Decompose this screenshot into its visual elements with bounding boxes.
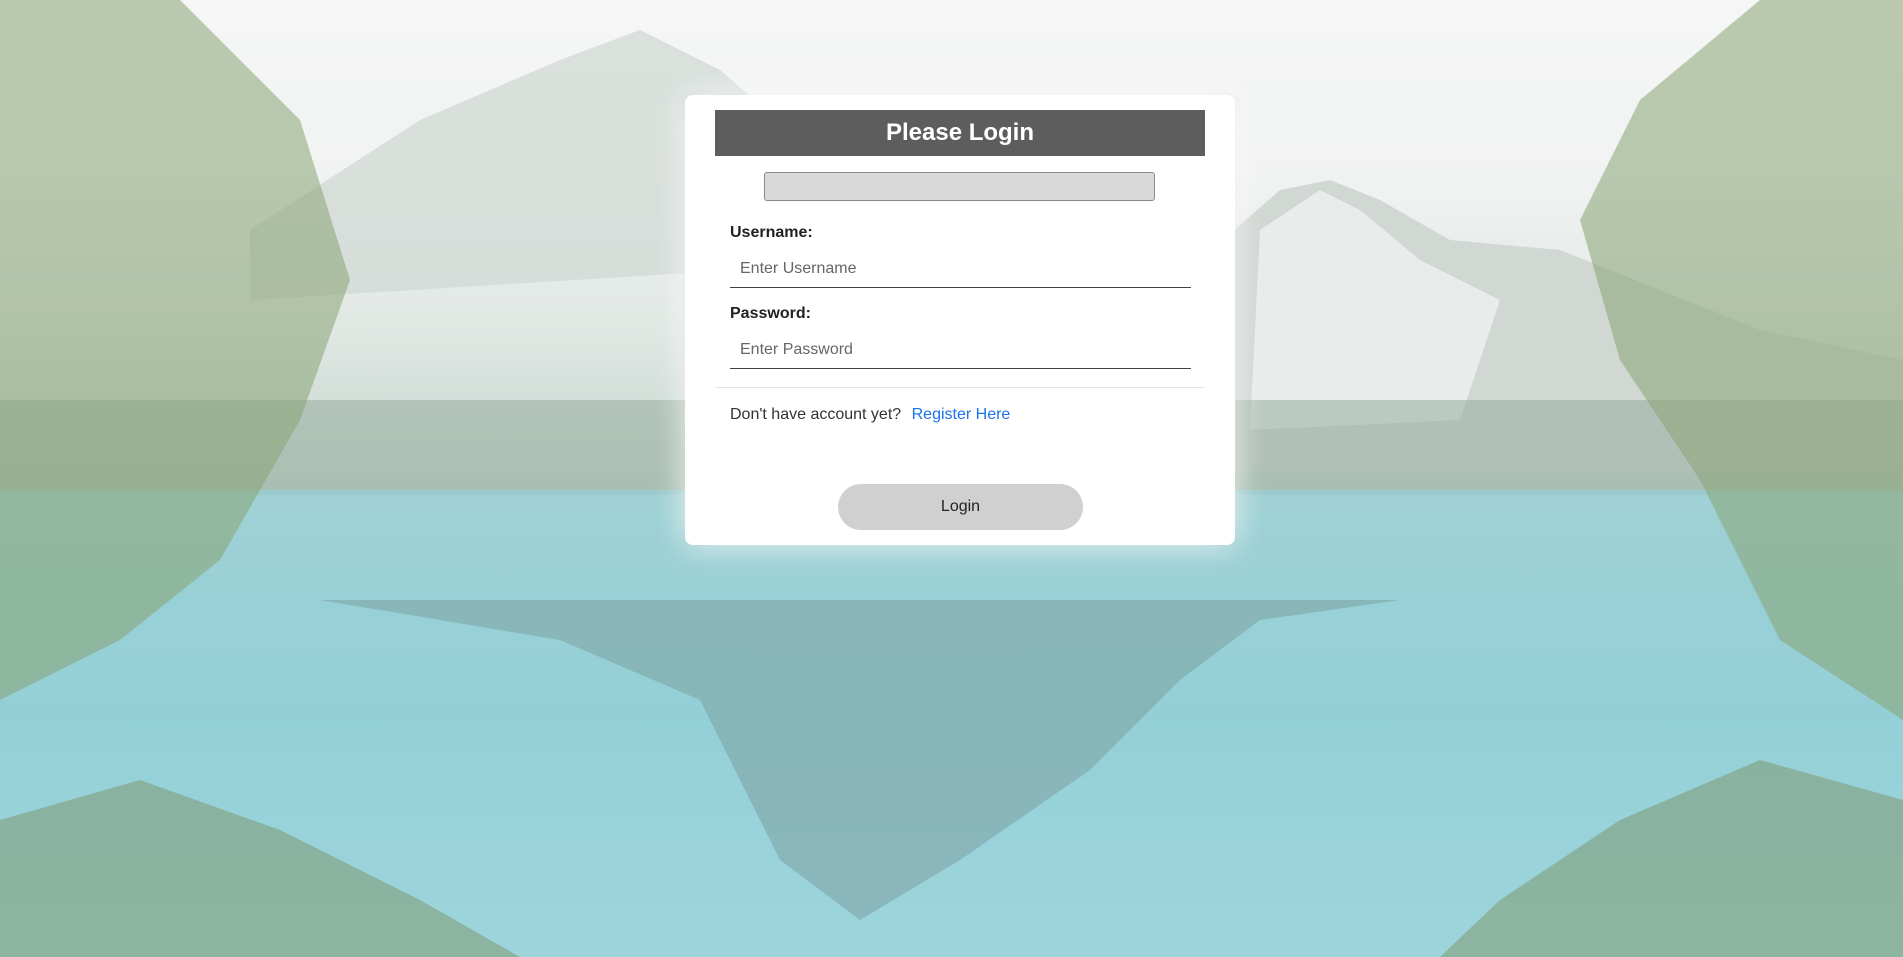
- password-label: Password:: [730, 305, 811, 322]
- login-card: Please Login Username: Password: Don't h…: [685, 95, 1235, 545]
- login-title: Please Login: [715, 110, 1205, 156]
- register-prompt: Don't have account yet?: [730, 406, 902, 423]
- login-button[interactable]: Login: [838, 484, 1083, 530]
- login-message-box: [764, 172, 1155, 201]
- password-input[interactable]: [730, 331, 1191, 369]
- form-divider: [715, 387, 1205, 388]
- username-input[interactable]: [730, 250, 1191, 288]
- username-label: Username:: [730, 224, 813, 241]
- register-row: Don't have account yet? Register Here: [730, 406, 1010, 424]
- register-link[interactable]: Register Here: [912, 406, 1011, 423]
